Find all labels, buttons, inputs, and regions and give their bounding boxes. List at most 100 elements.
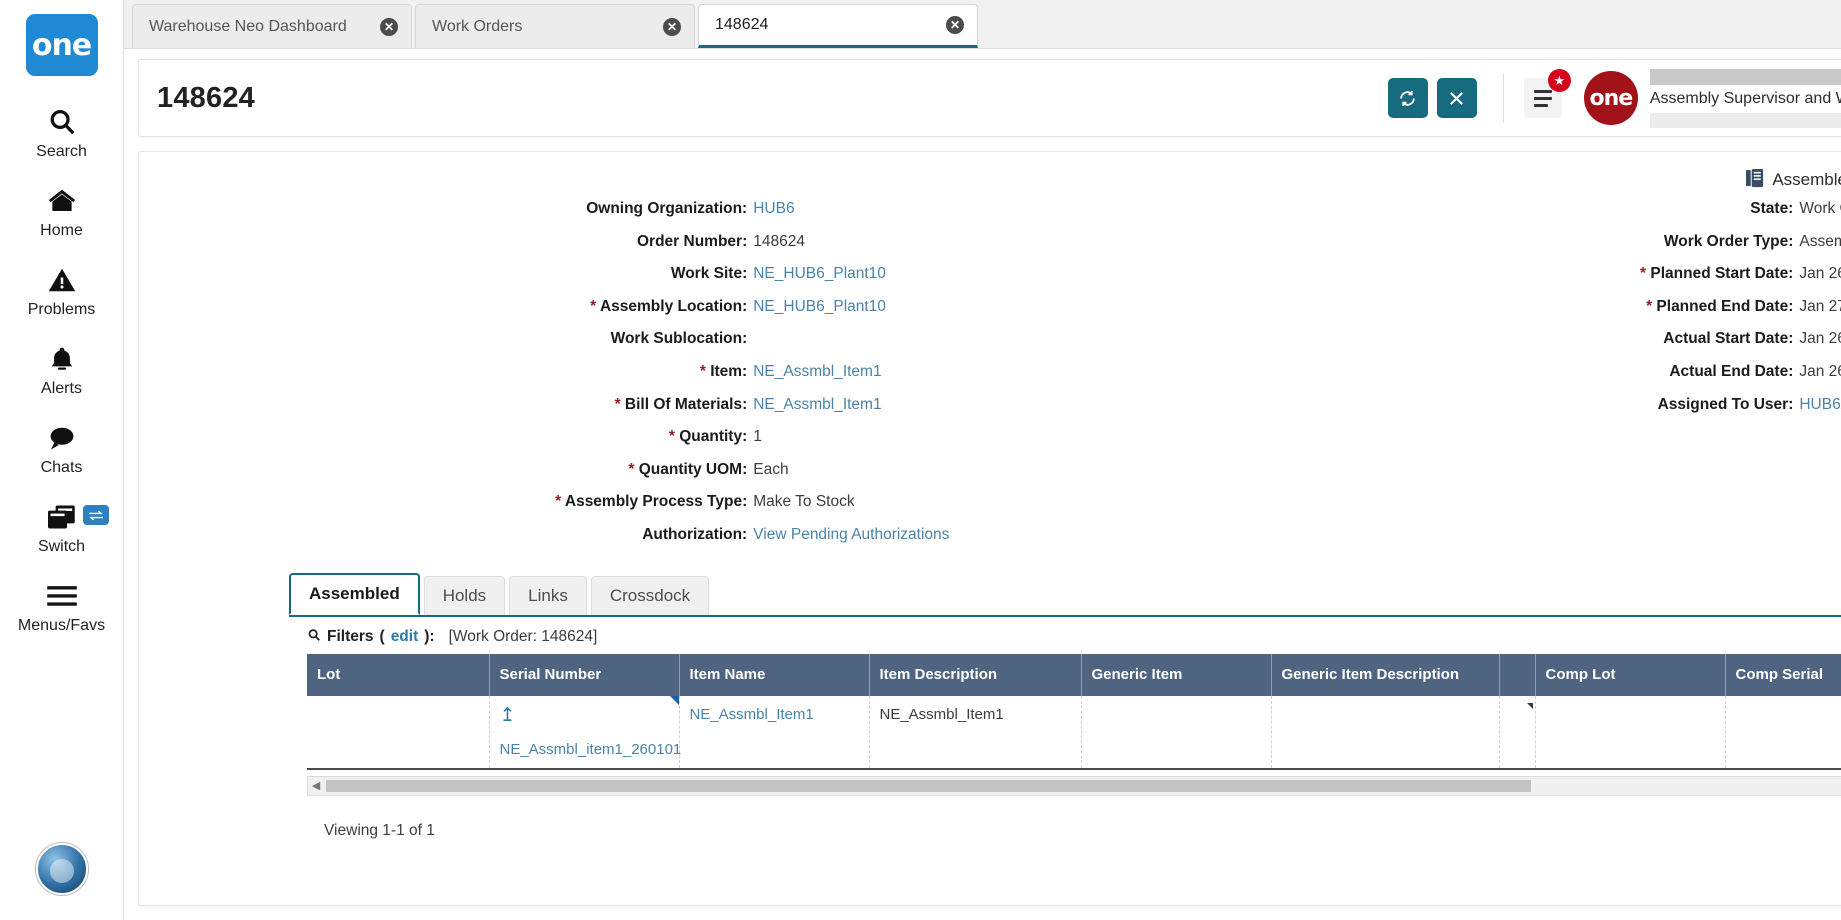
viewing-count: Viewing 1-1 of 1 [324, 821, 435, 839]
close-icon[interactable]: ✕ [663, 17, 681, 36]
field-assigned-to-user: Assigned To User: HUB6Admin, HUB6Admin [1099, 396, 1841, 415]
sidebar-item-label: Home [40, 222, 83, 239]
browser-tab-work-orders[interactable]: Work Orders ✕ [415, 4, 695, 48]
table-horizontal-scrollbar[interactable]: ◀ ▶ [307, 775, 1841, 796]
required-asterisk: * [628, 460, 635, 478]
warning-triangle-icon [46, 262, 78, 298]
corner-flag-icon [669, 695, 679, 705]
sidebar-item-label: Chats [40, 459, 83, 476]
field-value: Jan 26, 2023 4:40 PM MST [1799, 330, 1841, 348]
field-label: Owning Organization: [586, 200, 748, 217]
field-value[interactable]: NE_Assmbl_Item1 [753, 363, 881, 382]
column-header-lot[interactable]: Lot [307, 653, 490, 696]
close-x-icon [1450, 91, 1464, 105]
user-org-redacted [1649, 112, 1841, 128]
cell-item-name-link[interactable]: NE_Assmbl_Item1 [690, 706, 814, 723]
close-icon[interactable]: ✕ [380, 17, 398, 36]
one-brand-mark: one [1583, 71, 1638, 125]
cell-generic-item [1081, 695, 1272, 769]
template-selector[interactable]: Assemble Work Order Template ▼ [1746, 169, 1841, 190]
field-value[interactable]: NE_HUB6_Plant10 [753, 265, 886, 284]
scrollbar-thumb[interactable] [326, 779, 1531, 792]
search-icon [47, 104, 77, 140]
field-label-text: Bill Of Materials: [624, 395, 748, 413]
field-value[interactable]: HUB6Admin, HUB6Admin [1799, 396, 1841, 415]
cell-serial-number: ↥ NE_Assmbl_item1_260101 [489, 695, 682, 769]
tab-holds[interactable]: Holds [423, 575, 506, 615]
hamburger-menu-icon [1533, 103, 1548, 107]
work-order-detail-card: Assemble Work Order Template ▼ Owning Or… [138, 151, 1841, 906]
sidebar-item-label: Menus/Favs [17, 617, 106, 634]
tab-assembled[interactable]: Assembled [289, 572, 420, 615]
sidebar-item-label: Problems [27, 301, 96, 318]
sidebar-item-label: Alerts [41, 380, 82, 397]
application-root: one Search Home Problems Alerts Chats Sw… [0, 0, 1841, 920]
field-value[interactable]: NE_Assmbl_Item1 [753, 396, 881, 415]
search-icon [307, 628, 321, 647]
windows-stack-icon [45, 499, 79, 535]
scrollbar-track[interactable] [324, 779, 1841, 793]
column-header-comp-serial[interactable]: Comp Serial [1725, 653, 1841, 696]
bell-icon [48, 341, 76, 377]
required-asterisk: * [590, 297, 597, 315]
filters-edit-link[interactable]: edit [391, 628, 419, 646]
sidebar-item-alerts[interactable]: Alerts [0, 341, 123, 398]
field-label: Actual End Date: [1669, 362, 1794, 380]
hamburger-icon [46, 578, 78, 614]
header-menu-button[interactable]: ★ [1523, 69, 1571, 118]
filters-paren-open: ( [379, 628, 385, 646]
cell-comp-lot [1535, 695, 1726, 769]
cell-generic-item-description [1271, 695, 1500, 769]
chat-bubble-icon [46, 420, 78, 456]
table-row[interactable]: ↥ NE_Assmbl_item1_260101 NE_Assmbl_Item1… [307, 695, 1841, 769]
close-button[interactable] [1436, 78, 1477, 118]
browser-tab-148624[interactable]: 148624 ✕ [698, 4, 978, 48]
column-header-spacer[interactable] [1499, 653, 1536, 696]
tab-label: Crossdock [609, 585, 691, 605]
tab-links[interactable]: Links [509, 575, 587, 615]
template-row: Assemble Work Order Template ▼ [139, 162, 1841, 190]
required-asterisk: * [668, 428, 675, 446]
upload-arrow-icon[interactable]: ↥ [500, 706, 669, 725]
required-asterisk: * [1646, 297, 1653, 315]
sidebar-item-chats[interactable]: Chats [0, 420, 123, 477]
assembled-table: Lot Serial Number Item Name Item Descrip… [307, 653, 1841, 770]
close-icon[interactable]: ✕ [946, 16, 964, 34]
cell-spacer [1499, 695, 1536, 769]
sidebar-item-problems[interactable]: Problems [0, 262, 123, 319]
one-logo[interactable]: one [25, 14, 98, 76]
column-header-generic-item-description[interactable]: Generic Item Description [1271, 653, 1500, 696]
column-header-serial-number[interactable]: Serial Number [489, 653, 680, 696]
sidebar-item-search[interactable]: Search [0, 104, 123, 161]
browser-tab-warehouse-neo-dashboard[interactable]: Warehouse Neo Dashboard ✕ [132, 4, 412, 48]
chevron-left-icon[interactable]: ◀ [308, 779, 324, 792]
field-work-site: Work Site: NE_HUB6_Plant10 [139, 265, 1099, 284]
work-order-form: Owning Organization: HUB6 Order Number: … [139, 190, 1841, 559]
field-work-order-type: Work Order Type: Assemble [1099, 233, 1841, 252]
field-label: Assigned To User: [1657, 395, 1794, 413]
field-value: Jan 26, 2023 4:43 PM MST [1799, 362, 1841, 380]
detail-tabs: Assembled Holds Links Crossdock [289, 572, 1841, 617]
field-value[interactable]: HUB6 [753, 200, 794, 219]
user-name-redacted [1649, 68, 1841, 85]
cell-serial-link[interactable]: NE_Assmbl_item1_260101 [500, 741, 682, 758]
avatar[interactable] [35, 843, 88, 895]
sidebar-item-home[interactable]: Home [0, 183, 123, 240]
field-value: Each [753, 460, 789, 478]
column-header-generic-item[interactable]: Generic Item [1081, 653, 1272, 696]
field-label: Work Sublocation: [610, 330, 748, 348]
hamburger-menu-icon [1533, 96, 1552, 100]
swap-arrows-icon[interactable] [83, 505, 109, 525]
field-value[interactable]: View Pending Authorizations [753, 526, 949, 545]
column-header-item-name[interactable]: Item Name [679, 653, 870, 696]
tab-crossdock[interactable]: Crossdock [590, 575, 710, 615]
column-header-item-description[interactable]: Item Description [869, 653, 1082, 696]
refresh-button[interactable] [1387, 78, 1428, 118]
sidebar-item-switch[interactable]: Switch [0, 499, 123, 556]
field-work-sublocation: Work Sublocation: [139, 330, 1099, 349]
sidebar-item-menus-favs[interactable]: Menus/Favs [0, 578, 123, 635]
field-label-text: Item: [710, 362, 748, 380]
field-value[interactable]: NE_HUB6_Plant10 [753, 298, 886, 317]
field-label: * Item: [139, 363, 753, 382]
column-header-comp-lot[interactable]: Comp Lot [1535, 653, 1726, 696]
